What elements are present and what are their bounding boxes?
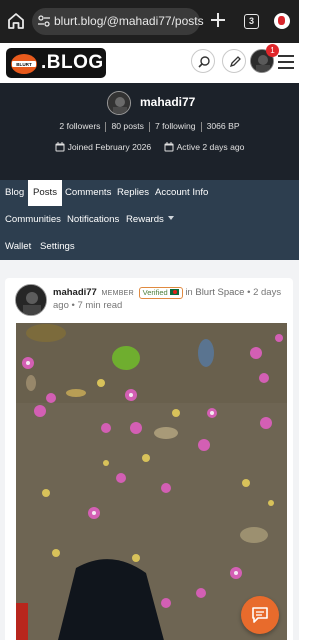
flower-ground-photo — [16, 323, 287, 640]
logo-text: .BLOG — [41, 52, 104, 73]
tab-wallet[interactable]: Wallet — [0, 234, 36, 260]
address-bar[interactable]: blurt.blog/@mahadi77/posts — [32, 8, 204, 35]
verified-badge: Verified — [138, 287, 183, 299]
write-post-button[interactable] — [222, 49, 246, 73]
post-card[interactable]: mahadi77 MEMBER Verified in Blurt Space … — [5, 278, 293, 640]
tune-icon[interactable] — [37, 14, 51, 28]
tab-communities[interactable]: Communities — [0, 207, 66, 233]
chevron-down-icon — [167, 216, 174, 220]
joined-date: Joined February 2026 — [67, 142, 152, 152]
tab-notifications[interactable]: Notifications — [62, 207, 124, 233]
hamburger-icon[interactable] — [278, 55, 294, 69]
tab-replies[interactable]: Replies — [112, 180, 154, 206]
profile-username: mahadi77 — [140, 95, 196, 109]
tab-switcher-button[interactable]: 3 — [244, 14, 259, 29]
browser-toolbar: blurt.blog/@mahadi77/posts 3 — [0, 0, 299, 43]
search-button[interactable] — [191, 49, 215, 73]
post-list: mahadi77 MEMBER Verified in Blurt Space … — [0, 260, 299, 640]
community-link[interactable]: Blurt Space — [195, 287, 244, 298]
verified-label: Verified — [142, 288, 168, 297]
profile-stats: 2 followers 80 posts 7 following 3066 BP — [0, 121, 299, 132]
last-active: Active 2 days ago — [176, 142, 245, 152]
tab-settings[interactable]: Settings — [35, 234, 80, 260]
site-header: BLURT .BLOG 1 — [0, 43, 299, 83]
profile-meta: Joined February 2026 Active 2 days ago — [0, 142, 299, 152]
post-thumbnail[interactable] — [16, 323, 287, 640]
search-icon — [198, 56, 210, 68]
plus-icon[interactable] — [209, 11, 227, 29]
url-text: blurt.blog/@mahadi77/posts — [54, 14, 204, 28]
calendar-icon — [55, 142, 65, 152]
post-byline: mahadi77 MEMBER Verified in Blurt Space … — [53, 287, 289, 312]
browser-extension-icon[interactable] — [274, 13, 290, 29]
posts-count: 80 posts — [111, 121, 144, 131]
tab-rewards[interactable]: Rewards — [121, 207, 179, 233]
profile-avatar[interactable] — [107, 91, 131, 115]
blurt-logo[interactable]: BLURT .BLOG — [6, 48, 106, 78]
author-avatar-image — [16, 285, 46, 315]
tab-comments[interactable]: Comments — [60, 180, 116, 206]
bp-value: 3066 BP — [206, 121, 240, 131]
chat-button[interactable] — [241, 596, 279, 634]
home-icon[interactable] — [6, 11, 26, 31]
pencil-icon — [229, 56, 241, 68]
followers-count[interactable]: 2 followers — [54, 121, 105, 131]
profile-tabs: Blog Posts Comments Replies Account Info… — [0, 180, 299, 260]
calendar-icon — [164, 142, 174, 152]
chat-icon — [252, 607, 268, 623]
community-prefix: in — [185, 287, 193, 298]
svg-text:BLURT: BLURT — [16, 62, 32, 67]
tab-blog[interactable]: Blog — [0, 180, 29, 206]
tab-account-info[interactable]: Account Info — [150, 180, 213, 206]
author-avatar[interactable] — [15, 284, 47, 316]
following-count[interactable]: 7 following — [150, 121, 201, 131]
tab-posts[interactable]: Posts — [28, 180, 62, 206]
profile-avatar-image — [108, 92, 130, 114]
author-name[interactable]: mahadi77 — [53, 287, 97, 298]
author-role: MEMBER — [101, 290, 134, 297]
flag-icon — [169, 289, 179, 295]
profile-banner: mahadi77 2 followers 80 posts 7 following 3… — [0, 83, 299, 180]
tab-rewards-label: Rewards — [126, 214, 164, 225]
logo-badge-icon: BLURT — [11, 54, 37, 74]
